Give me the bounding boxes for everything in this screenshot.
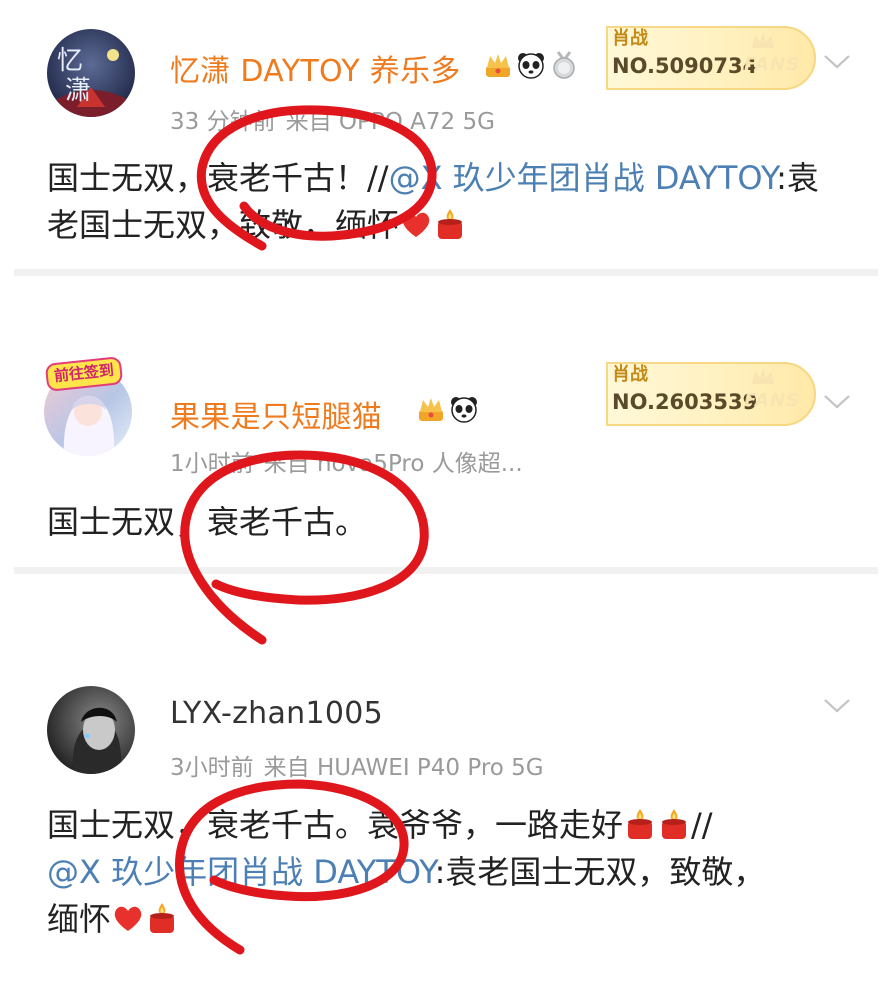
avatar-tag-text: 前往签到: [53, 360, 115, 386]
fans-number: NO.5090734: [612, 54, 758, 78]
chevron-down-icon[interactable]: [822, 52, 852, 72]
avatar[interactable]: 忆 潇: [47, 29, 135, 117]
post-meta: 33 分钟前 来自 OPPO A72 5G: [170, 102, 505, 136]
post-time: 1小时前: [170, 451, 254, 477]
comment-separator: //: [691, 806, 713, 844]
candle-icon: [662, 809, 687, 839]
candle-icon: [628, 809, 653, 839]
svg-text:潇: 潇: [65, 76, 91, 106]
username[interactable]: LYX-zhan1005: [170, 696, 383, 731]
candle-icon: [438, 209, 463, 239]
comment-text-main: 国士无双，衰老千古。袁爷爷，一路走好: [47, 806, 624, 844]
user-badges: [416, 394, 479, 424]
medal-icon[interactable]: [549, 50, 579, 80]
mention-link[interactable]: @X 玖少年团肖战 DAYTOY: [47, 853, 435, 891]
comment-text: 国士无双，衰老千古。: [47, 499, 827, 546]
divider: [14, 567, 878, 574]
comment-text-quote: :袁老国士无双，致敬，: [434, 853, 766, 891]
comment-text-end: 缅怀: [47, 900, 112, 938]
heart-icon: [114, 906, 142, 931]
divider: [14, 269, 878, 276]
post-source: 来自 OPPO A72 5G: [285, 109, 495, 135]
fans-word: FANS: [744, 390, 800, 411]
fans-idol-name: 肖战: [612, 28, 648, 49]
fans-badge[interactable]: 肖战 NO.2603539 FANS: [606, 362, 816, 426]
post-time: 33 分钟前: [170, 109, 276, 135]
comment-card: 忆 潇 忆潇 DAYTOY 养乐多 33 分钟前 来自 OPPO A72 5G …: [0, 0, 887, 268]
post-meta: 1小时前 来自 nova5Pro 人像超...: [170, 444, 533, 478]
mention-link[interactable]: @X 玖少年团肖战 DAYTOY: [389, 159, 777, 197]
username[interactable]: 忆潇 DAYTOY 养乐多: [170, 46, 461, 90]
comment-text-main: 国士无双，衰老千古。: [47, 503, 368, 541]
chevron-down-icon[interactable]: [822, 392, 852, 412]
chevron-down-icon[interactable]: [822, 696, 852, 716]
svg-text:忆: 忆: [57, 46, 83, 76]
feed-page: 忆 潇 忆潇 DAYTOY 养乐多 33 分钟前 来自 OPPO A72 5G …: [0, 0, 887, 1000]
panda-icon[interactable]: [449, 394, 479, 424]
candle-icon: [150, 903, 175, 933]
post-source: 来自 nova5Pro 人像超...: [263, 451, 523, 477]
fans-crown-icon: [752, 369, 774, 384]
heart-icon: [402, 212, 430, 237]
crown-icon[interactable]: [483, 50, 513, 80]
fans-crown-icon: [752, 33, 774, 48]
comment-text: 国士无双，衰老千古！//@X 玖少年团肖战 DAYTOY:袁老国士无双，致敬，缅…: [47, 155, 827, 249]
comment-card: LYX-zhan1005 3小时前 来自 HUAWEI P40 Pro 5G 国士…: [0, 670, 887, 1000]
avatar-image: [47, 686, 135, 774]
comment-text: 国士无双，衰老千古。袁爷爷，一路走好 // @X 玖少年团肖战 DAYTOY:袁…: [47, 802, 827, 943]
avatar-image: 忆 潇: [47, 29, 135, 117]
username[interactable]: 果果是只短腿猫: [170, 392, 382, 436]
panda-icon[interactable]: [516, 50, 546, 80]
comment-text-main: 国士无双，衰老千古！//: [47, 159, 389, 197]
post-source: 来自 HUAWEI P40 Pro 5G: [263, 755, 544, 781]
fans-word: FANS: [744, 54, 800, 75]
crown-icon[interactable]: [416, 394, 446, 424]
fans-badge[interactable]: 肖战 NO.5090734 FANS: [606, 26, 816, 90]
comment-card: 前往签到 果果是只短腿猫 1小时前来自 nova5Pro 人像超... 肖战: [0, 346, 887, 566]
post-meta: 3小时前 来自 HUAWEI P40 Pro 5G: [170, 748, 554, 782]
avatar[interactable]: [47, 686, 135, 774]
user-badges: [483, 50, 579, 80]
fans-number: NO.2603539: [612, 390, 758, 414]
post-time: 3小时前: [170, 755, 254, 781]
fans-idol-name: 肖战: [612, 364, 648, 385]
